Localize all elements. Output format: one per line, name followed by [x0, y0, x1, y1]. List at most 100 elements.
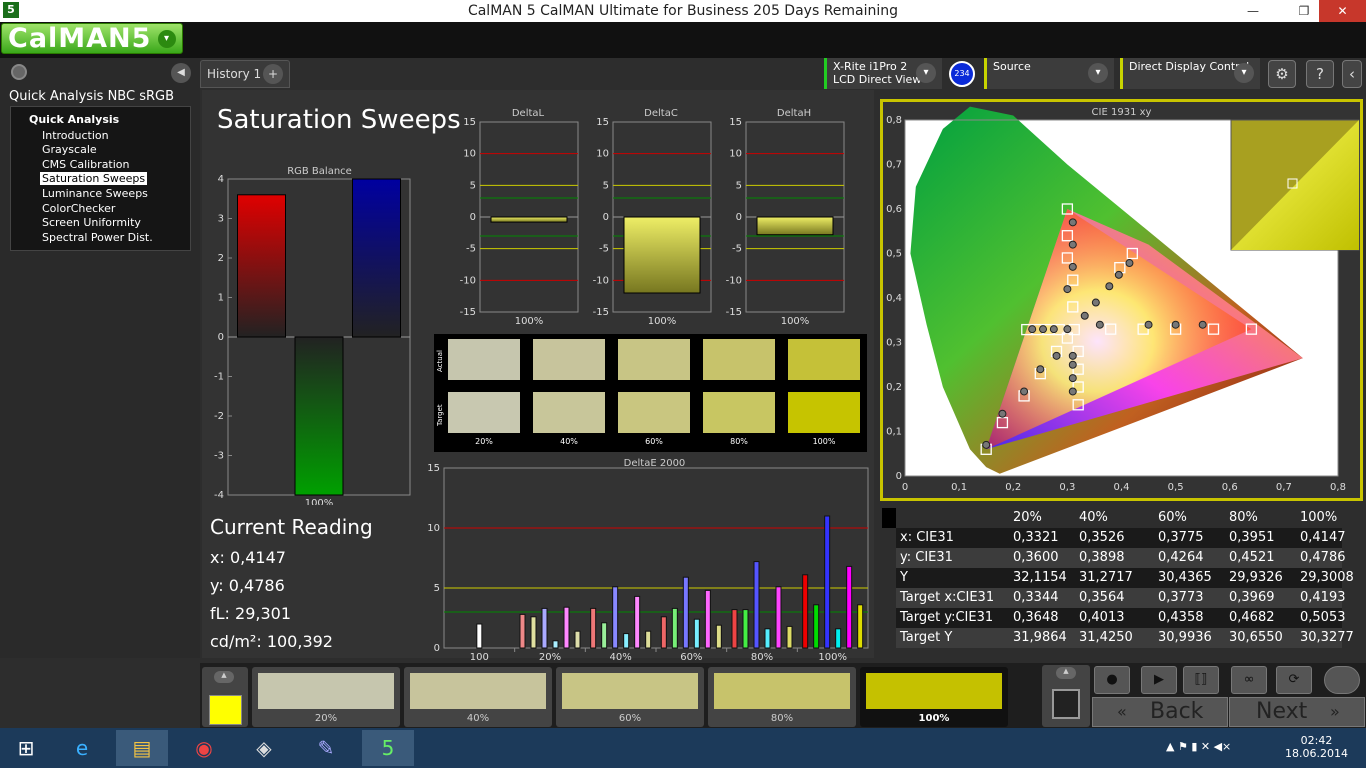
- patch-100-button[interactable]: 100%: [860, 667, 1008, 727]
- y-tick-label: 5: [736, 180, 742, 191]
- tree-item-introduction[interactable]: Introduction: [42, 129, 109, 142]
- deltae-bar: [693, 618, 700, 649]
- deltae-bar: [671, 607, 678, 649]
- source-selector[interactable]: Source ▾: [984, 58, 1114, 89]
- patch-label: 80%: [770, 713, 794, 724]
- read-series-button[interactable]: ⟦⟧: [1183, 666, 1219, 694]
- measured-point: [1063, 325, 1072, 334]
- meter-selector[interactable]: X-Rite i1Pro 2 LCD Direct View ▾: [824, 58, 942, 89]
- x-tick-label: 100%: [305, 498, 334, 505]
- table-cell: Target Y: [900, 630, 953, 645]
- chevron-up-icon[interactable]: ▲: [1056, 667, 1076, 679]
- deltae-bar: [753, 561, 760, 649]
- deltal-chart: 15 10 5 0 -5 -10 -15 100%: [460, 117, 579, 327]
- deltac-chart: 15 10 5 0 -5 -10 -15 100%: [593, 117, 712, 327]
- deltae-bar: [541, 607, 548, 649]
- tree-item-screen-uniformity[interactable]: Screen Uniformity: [42, 216, 141, 229]
- tab-history-1[interactable]: History 1 +: [200, 60, 290, 88]
- options-button[interactable]: [1324, 666, 1360, 694]
- deltae-bar: [802, 574, 809, 649]
- internet-explorer-icon[interactable]: e: [56, 730, 108, 766]
- chevron-down-icon[interactable]: ▾: [1088, 63, 1108, 83]
- tree-item-grayscale[interactable]: Grayscale: [42, 143, 97, 156]
- sync-button[interactable]: ⟳: [1276, 666, 1312, 694]
- actual-swatch: [618, 339, 690, 380]
- patch-60-button[interactable]: 60%: [556, 667, 704, 727]
- deltae-bar: [476, 623, 483, 649]
- help-icon[interactable]: ?: [1306, 60, 1334, 88]
- chrome-icon[interactable]: ◉: [178, 730, 230, 766]
- maximize-button[interactable]: ❐: [1289, 0, 1319, 22]
- record-button[interactable]: ●: [1094, 666, 1130, 694]
- close-button[interactable]: ✕: [1319, 0, 1366, 22]
- table-cell: 29,3008: [1300, 570, 1354, 585]
- table-row: Y 32,1154 31,2717 30,4365 29,9326 29,3008: [896, 568, 1354, 588]
- deltae-bar: [846, 565, 853, 649]
- y-tick-label: 0,2: [886, 382, 902, 393]
- tool-app-icon[interactable]: ◈: [238, 730, 290, 766]
- calman-taskbar-icon[interactable]: 5: [362, 730, 414, 766]
- y-tick-label: 10: [463, 149, 476, 160]
- chevron-up-icon[interactable]: ▲: [214, 671, 234, 683]
- back-button[interactable]: « Back: [1092, 697, 1228, 727]
- y-tick-label: -10: [593, 275, 609, 286]
- meter-badge[interactable]: 234: [949, 61, 975, 87]
- file-explorer-icon[interactable]: ▤: [116, 730, 168, 766]
- table-cell: 30,9936: [1158, 630, 1212, 645]
- windows-start-icon[interactable]: ⊞: [0, 730, 52, 766]
- collapse-icon[interactable]: ‹: [1342, 60, 1362, 88]
- table-cell: 0,3526: [1079, 530, 1125, 545]
- measured-point: [1068, 360, 1077, 369]
- table-cell: 29,9326: [1229, 570, 1283, 585]
- y-tick-label: 0: [434, 643, 440, 654]
- deltae-bar: [645, 630, 652, 649]
- clock[interactable]: 02:42 18.06.2014: [1285, 734, 1348, 760]
- table-row: Target x:CIE31 0,3344 0,3564 0,3773 0,3969 0,…: [896, 588, 1346, 608]
- gear-icon[interactable]: ⚙: [1268, 60, 1296, 88]
- y-tick-label: 10: [729, 149, 742, 160]
- stop-icon[interactable]: [1052, 689, 1080, 719]
- table-cell: 0,5053: [1300, 610, 1346, 625]
- calman-logo[interactable]: CalMAN5 ▾: [1, 23, 183, 54]
- measured-point: [1114, 270, 1123, 279]
- minimize-button[interactable]: —: [1238, 0, 1268, 22]
- continuous-button[interactable]: ∞: [1231, 666, 1267, 694]
- tray-icons[interactable]: ▲ ⚑ ▮ ✕ ◀×: [1166, 740, 1231, 753]
- tree-root-quick-analysis[interactable]: Quick Analysis: [29, 113, 119, 126]
- current-patch[interactable]: ▲: [202, 667, 248, 727]
- deltae-bar: [731, 609, 738, 649]
- patch-80-button[interactable]: 80%: [708, 667, 856, 727]
- cie-diagram: 0 0,1 0,2 0,3 0,4 0,5 0,6 0,7 0,8 0 0,1 0,2 0,3 0,4 0,…: [886, 106, 1360, 493]
- measured-point: [1068, 387, 1077, 396]
- table-cell: 30,4365: [1158, 570, 1212, 585]
- pin-icon[interactable]: [11, 64, 27, 80]
- chevron-down-icon[interactable]: ▾: [1234, 63, 1254, 83]
- play-button[interactable]: ▶: [1141, 666, 1177, 694]
- next-button[interactable]: Next »: [1229, 697, 1365, 727]
- table-cell: 0,3344: [1013, 590, 1059, 605]
- chevron-down-icon[interactable]: ▾: [916, 63, 936, 83]
- tree-item-saturation-sweeps[interactable]: Saturation Sweeps: [40, 172, 148, 185]
- paint-icon[interactable]: ✎: [300, 730, 352, 766]
- y-tick-label: 5: [470, 180, 476, 191]
- chevron-down-icon[interactable]: ▾: [158, 30, 176, 48]
- display-selector[interactable]: Direct Display Control ▾: [1120, 58, 1260, 89]
- tree-item-colorchecker[interactable]: ColorChecker: [42, 202, 115, 215]
- add-tab-button[interactable]: +: [263, 64, 283, 84]
- tree-item-luminance-sweeps[interactable]: Luminance Sweeps: [42, 187, 148, 200]
- patch-20-button[interactable]: 20%: [252, 667, 400, 727]
- bar: [756, 216, 834, 236]
- x-tick-label: 100%: [781, 316, 810, 327]
- collapse-left-icon[interactable]: ◀: [171, 63, 191, 83]
- bar-b: [352, 178, 401, 338]
- tree-item-spectral-power[interactable]: Spectral Power Dist.: [42, 231, 153, 244]
- table-cell: 0,3321: [1013, 530, 1059, 545]
- deltae-bar: [715, 624, 722, 649]
- deltae-bar: [574, 630, 581, 649]
- y-tick-label: 15: [729, 117, 742, 128]
- y-tick-label: 2: [218, 253, 224, 264]
- patch-label: 100%: [918, 713, 950, 724]
- tree-item-cms-calibration[interactable]: CMS Calibration: [42, 158, 130, 171]
- reading-fl: fL: 29,301: [210, 604, 292, 623]
- patch-40-button[interactable]: 40%: [404, 667, 552, 727]
